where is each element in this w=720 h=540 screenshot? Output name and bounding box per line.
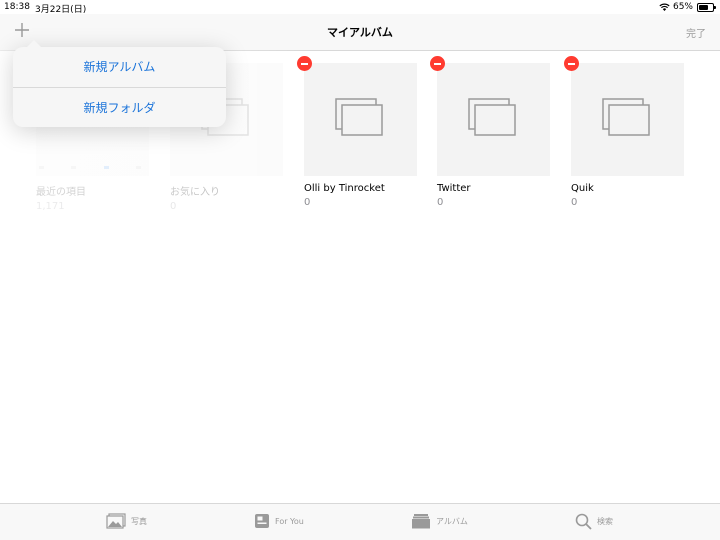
- delete-album-button[interactable]: [564, 56, 579, 71]
- status-bar: 18:38 3月22日(日) 65%: [0, 0, 720, 15]
- delete-album-button[interactable]: [297, 56, 312, 71]
- tab-albums[interactable]: アルバム: [411, 513, 468, 529]
- for-you-icon: [255, 514, 269, 528]
- album-name: お気に入り: [170, 187, 220, 198]
- nav-bar: マイアルバム 完了: [0, 14, 720, 51]
- album-twitter[interactable]: Twitter 0: [430, 56, 550, 208]
- popover-arrow: [26, 40, 42, 48]
- delete-album-button[interactable]: [430, 56, 445, 71]
- album-count: 0: [304, 197, 311, 208]
- search-icon: [575, 513, 592, 530]
- albums-icon: [412, 514, 430, 529]
- album-quik[interactable]: Quik 0: [564, 56, 684, 208]
- album-count: 1,171: [36, 201, 65, 212]
- status-time: 18:38: [4, 2, 30, 12]
- tab-label: アルバム: [436, 516, 468, 526]
- album-thumbnail: [304, 63, 417, 176]
- add-popover-menu: 新規アルバム 新規フォルダ: [13, 40, 226, 128]
- tab-for-you[interactable]: For You: [254, 513, 304, 529]
- tab-label: 写真: [131, 516, 147, 526]
- page-title: マイアルバム: [327, 26, 393, 39]
- status-right: 65%: [659, 2, 716, 12]
- album-name: Twitter: [437, 183, 471, 194]
- album-thumbnail: [437, 63, 550, 176]
- wifi-icon: [659, 3, 670, 11]
- album-count: 0: [170, 201, 177, 212]
- battery-icon: [697, 2, 716, 12]
- album-name: 最近の項目: [36, 187, 86, 198]
- tab-search[interactable]: 検索: [575, 513, 613, 530]
- album-placeholder-icon: [602, 98, 650, 136]
- tab-label: 検索: [597, 517, 613, 526]
- album-placeholder-icon: [335, 98, 383, 136]
- album-name: Quik: [571, 183, 594, 194]
- album-name: Olli by Tinrocket: [304, 183, 385, 194]
- new-folder-menu-item[interactable]: 新規フォルダ: [13, 87, 226, 128]
- done-button[interactable]: 完了: [686, 25, 706, 40]
- album-count: 0: [571, 197, 578, 208]
- photos-icon: [106, 513, 126, 529]
- new-album-menu-item[interactable]: 新規アルバム: [13, 47, 226, 87]
- album-count: 0: [437, 197, 444, 208]
- tab-label: For You: [275, 516, 304, 526]
- album-thumbnail: [571, 63, 684, 176]
- album-olli[interactable]: Olli by Tinrocket 0: [297, 56, 417, 208]
- tab-bar: 写真 For You アルバム 検索: [0, 503, 720, 540]
- battery-percent: 65%: [672, 2, 693, 12]
- tab-photos[interactable]: 写真: [106, 513, 147, 529]
- album-placeholder-icon: [468, 98, 516, 136]
